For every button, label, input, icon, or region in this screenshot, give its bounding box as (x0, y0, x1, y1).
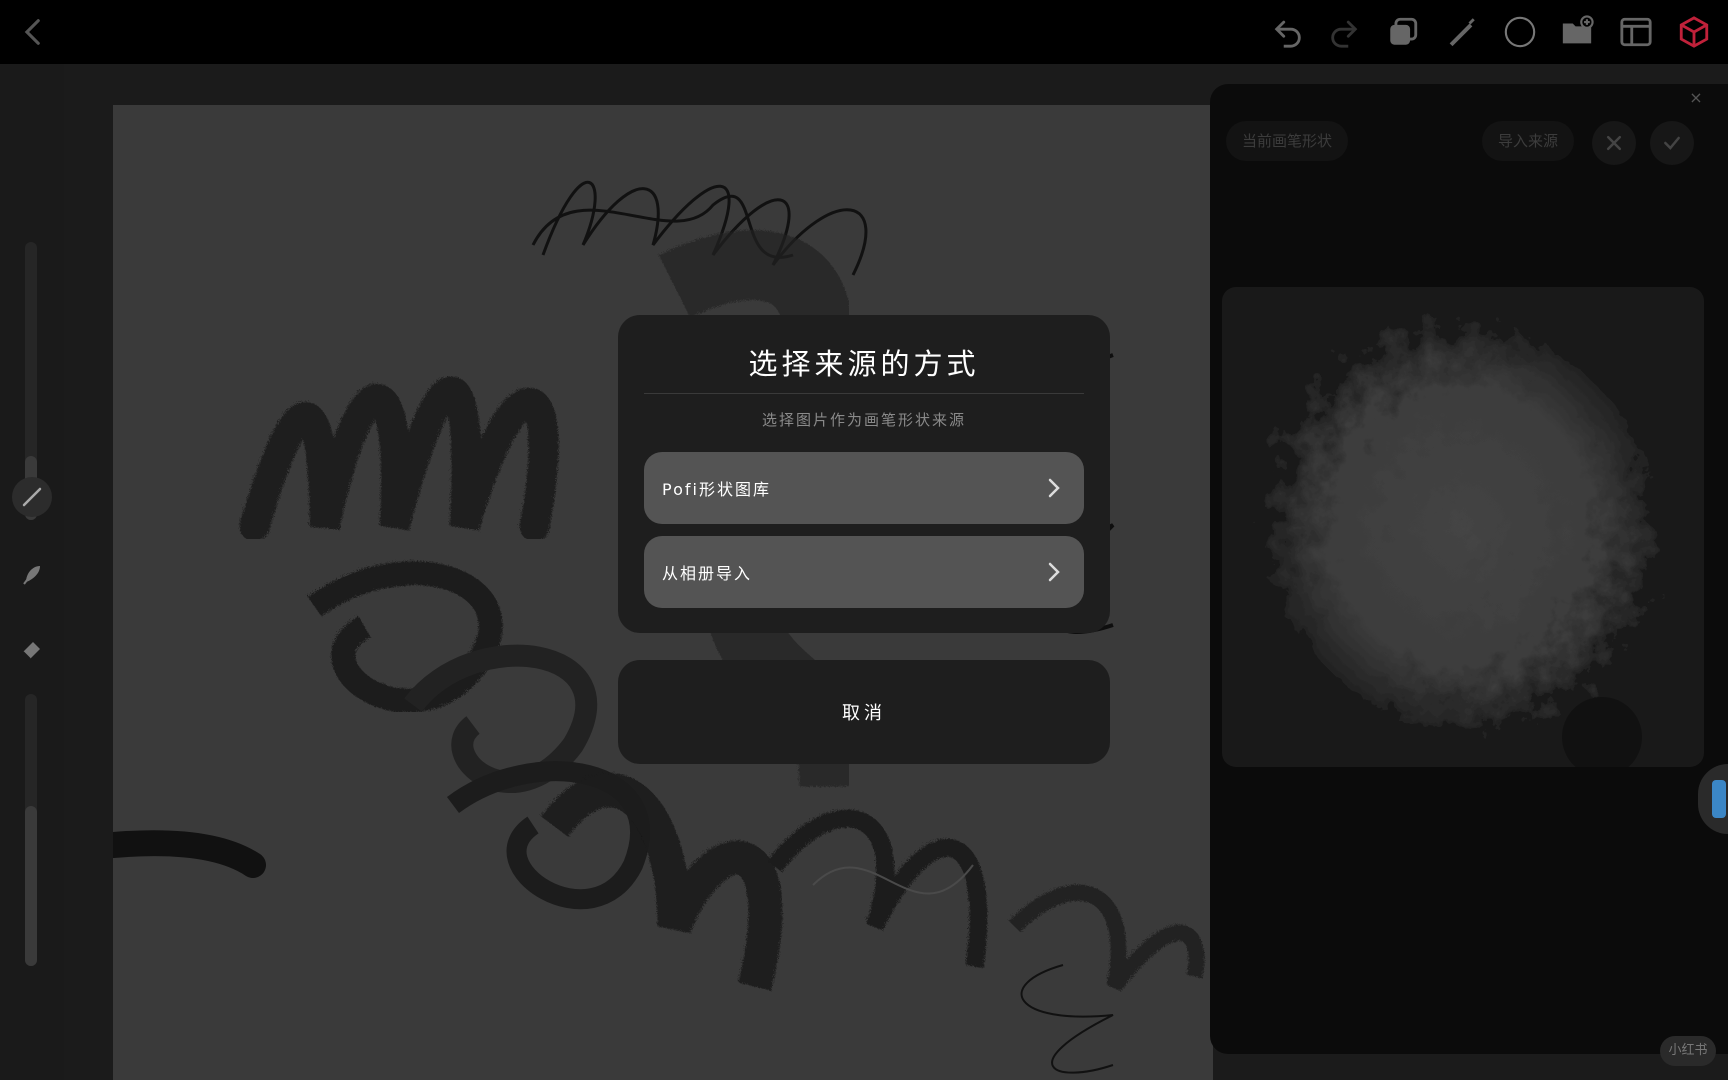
option-import-from-album[interactable]: 从相册导入 (644, 536, 1084, 608)
watermark-logo: 小红书 (1660, 1036, 1716, 1066)
chevron-right-icon (1048, 478, 1060, 498)
brush-tool-icon[interactable] (12, 477, 52, 517)
undo-icon[interactable] (1268, 12, 1308, 52)
side-handle[interactable] (1698, 764, 1728, 834)
dialog-divider (644, 393, 1084, 394)
dialog-subtitle: 选择图片作为画笔形状来源 (761, 411, 966, 429)
left-tool-rail (0, 64, 64, 1080)
opacity-fill (25, 806, 37, 966)
option-label: Pofi形状图库 (662, 480, 771, 499)
close-icon (1606, 135, 1622, 151)
app-logo-icon[interactable] (1674, 12, 1714, 52)
chevron-right-icon (1048, 562, 1060, 582)
opacity-slider[interactable] (25, 694, 37, 966)
brush-shape-panel: × 当前画笔形状 导入来源 (1210, 84, 1728, 1054)
back-icon[interactable] (14, 12, 54, 52)
layers-icon[interactable] (1383, 12, 1423, 52)
redo-icon[interactable] (1324, 12, 1364, 52)
current-shape-label: 当前画笔形状 (1226, 121, 1349, 161)
cancel-x-button[interactable] (1592, 121, 1636, 165)
shape-preview-image (1272, 327, 1652, 767)
smudge-tool-icon[interactable] (12, 554, 52, 594)
check-icon (1664, 136, 1680, 150)
pen-icon[interactable] (1441, 12, 1481, 52)
panel-dismiss-icon[interactable]: × (1686, 88, 1706, 108)
import-source-button[interactable]: 导入来源 (1482, 121, 1575, 161)
folder-add-icon[interactable] (1557, 12, 1597, 52)
cancel-button[interactable]: 取消 (618, 660, 1110, 764)
choose-source-dialog: 选择来源的方式 选择图片作为画笔形状来源 Pofi形状图库 从相册导入 (618, 315, 1110, 633)
dialog-title: 选择来源的方式 (748, 347, 980, 381)
eraser-tool-icon[interactable] (12, 629, 52, 669)
brush-shape-preview (1222, 287, 1704, 767)
gallery-icon[interactable] (1616, 12, 1656, 52)
side-handle-marker (1712, 780, 1726, 818)
option-pofi-shape-library[interactable]: Pofi形状图库 (644, 452, 1084, 524)
color-circle-icon[interactable] (1500, 12, 1540, 52)
confirm-button[interactable] (1650, 121, 1694, 165)
top-toolbar (0, 0, 1728, 64)
option-label: 从相册导入 (662, 564, 753, 583)
